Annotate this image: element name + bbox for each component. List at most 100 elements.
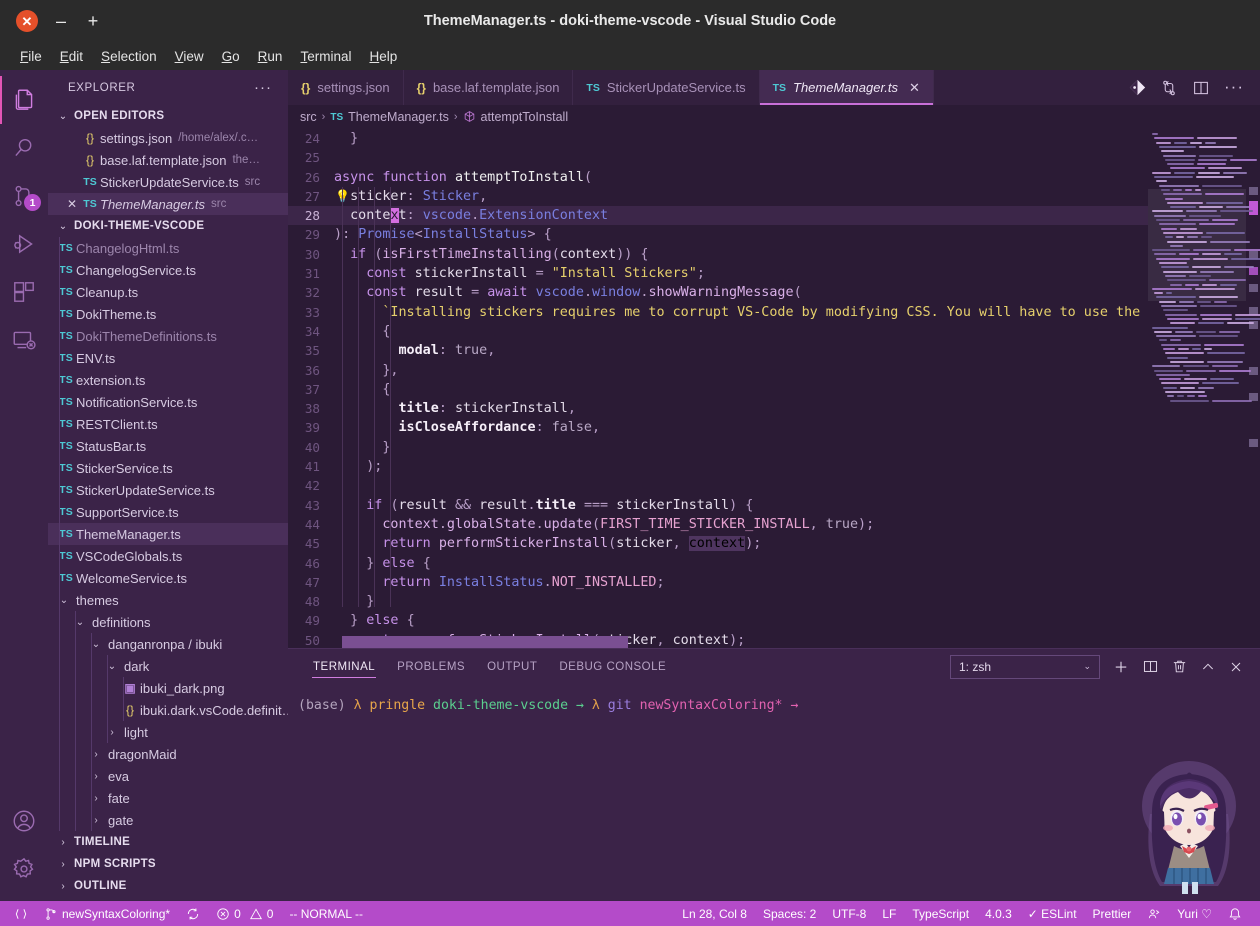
- panel-tab-output[interactable]: OUTPUT: [476, 649, 548, 684]
- section-project[interactable]: ⌄ DOKI-THEME-VSCODE: [48, 215, 288, 237]
- new-terminal-icon[interactable]: [1112, 658, 1130, 676]
- activity-item-remote-explorer[interactable]: [0, 316, 48, 364]
- code-line[interactable]: 34 {: [288, 322, 1148, 341]
- tree-item[interactable]: TS NotificationService.ts: [48, 391, 288, 413]
- tree-item[interactable]: TS ChangelogHtml.ts: [48, 237, 288, 259]
- menu-edit[interactable]: Edit: [52, 46, 91, 67]
- panel-tab-terminal[interactable]: TERMINAL: [302, 649, 386, 684]
- minimize-window-button[interactable]: –: [52, 12, 70, 30]
- status-language-mode[interactable]: TypeScript: [904, 901, 977, 926]
- editor-viewport[interactable]: 24 } 25 26 async function attemptToInstall(…: [288, 129, 1260, 648]
- close-tab-icon[interactable]: ✕: [909, 80, 920, 96]
- tree-item[interactable]: › light: [48, 721, 288, 743]
- breadcrumb-file[interactable]: ThemeManager.ts: [348, 110, 449, 124]
- status-vim-mode[interactable]: -- NORMAL --: [281, 901, 371, 926]
- breadcrumb-src[interactable]: src: [300, 110, 317, 124]
- tree-item[interactable]: TS DokiThemeDefinitions.ts: [48, 325, 288, 347]
- split-terminal-icon[interactable]: [1142, 658, 1159, 675]
- tree-item[interactable]: TS RESTClient.ts: [48, 413, 288, 435]
- code-line[interactable]: 25: [288, 148, 1148, 167]
- activity-item-settings[interactable]: [0, 845, 48, 893]
- code-line[interactable]: 44 context.globalState.update(FIRST_TIME…: [288, 515, 1148, 534]
- tree-item[interactable]: {} ibuki.dark.vsCode.definit…: [48, 699, 288, 721]
- code-line[interactable]: 41 );: [288, 457, 1148, 476]
- menu-view[interactable]: View: [167, 46, 212, 67]
- code-line[interactable]: 37 {: [288, 380, 1148, 399]
- section-npm-scripts[interactable]: › NPM SCRIPTS: [48, 853, 288, 875]
- close-editor-icon[interactable]: ✕: [64, 197, 80, 211]
- kill-terminal-icon[interactable]: [1171, 658, 1188, 675]
- tab-base-laf-template-json[interactable]: {} base.laf.template.json: [404, 70, 574, 105]
- status-ts-version[interactable]: 4.0.3: [977, 901, 1020, 926]
- breadcrumb-symbol[interactable]: attemptToInstall: [481, 110, 569, 124]
- code-line[interactable]: 42: [288, 476, 1148, 495]
- tree-item[interactable]: TS StickerUpdateService.ts: [48, 479, 288, 501]
- code-line[interactable]: 30 if (isFirstTimeInstalling(context)) {: [288, 245, 1148, 264]
- status-prettier[interactable]: Prettier: [1085, 901, 1140, 926]
- menu-help[interactable]: Help: [361, 46, 405, 67]
- status-remote-indicator[interactable]: [0, 901, 36, 926]
- code-line[interactable]: 36 },: [288, 361, 1148, 380]
- code-line[interactable]: 33 `Installing stickers requires me to c…: [288, 303, 1148, 322]
- activity-item-run-debug[interactable]: [0, 220, 48, 268]
- section-open-editors[interactable]: ⌄ OPEN EDITORS: [48, 105, 288, 127]
- code-line[interactable]: 35 modal: true,: [288, 341, 1148, 360]
- close-panel-icon[interactable]: [1228, 659, 1244, 675]
- section-timeline[interactable]: › TIMELINE: [48, 831, 288, 853]
- tree-item[interactable]: TS Cleanup.ts: [48, 281, 288, 303]
- section-outline[interactable]: › OUTLINE: [48, 875, 288, 897]
- code-content[interactable]: 24 } 25 26 async function attemptToInstall(…: [288, 129, 1148, 648]
- status-live-share[interactable]: [1139, 901, 1169, 926]
- code-line[interactable]: 48 }: [288, 592, 1148, 611]
- code-line[interactable]: 32 const result = await vscode.window.sh…: [288, 283, 1148, 302]
- open-editor-item[interactable]: {} settings.json /home/alex/.c…: [48, 127, 288, 149]
- code-line[interactable]: 31 const stickerInstall = "Install Stick…: [288, 264, 1148, 283]
- tree-item[interactable]: › dragonMaid: [48, 743, 288, 765]
- menu-run[interactable]: Run: [250, 46, 291, 67]
- tree-item[interactable]: ▣ ibuki_dark.png: [48, 677, 288, 699]
- code-line[interactable]: 27💡 sticker: Sticker,: [288, 187, 1148, 206]
- code-line[interactable]: 38 title: stickerInstall,: [288, 399, 1148, 418]
- tree-item[interactable]: TS StatusBar.ts: [48, 435, 288, 457]
- activity-item-explorer[interactable]: [0, 76, 48, 124]
- tree-item[interactable]: ⌄ dark: [48, 655, 288, 677]
- panel-tab-problems[interactable]: PROBLEMS: [386, 649, 476, 684]
- menu-selection[interactable]: Selection: [93, 46, 165, 67]
- code-line[interactable]: 39 isCloseAffordance: false,: [288, 418, 1148, 437]
- tree-item[interactable]: › fate: [48, 787, 288, 809]
- code-line[interactable]: 28 context: vscode.ExtensionContext: [288, 206, 1148, 226]
- sidebar-more-icon[interactable]: ···: [254, 80, 272, 95]
- open-editor-item[interactable]: {} base.laf.template.json the…: [48, 149, 288, 171]
- maximize-panel-icon[interactable]: [1200, 659, 1216, 675]
- code-line[interactable]: 47 return InstallStatus.NOT_INSTALLED;: [288, 573, 1148, 592]
- code-line[interactable]: 29): Promise<InstallStatus> {: [288, 225, 1148, 244]
- more-actions-icon[interactable]: ···: [1224, 79, 1244, 95]
- status-indentation[interactable]: Spaces: 2: [755, 901, 824, 926]
- doki-theme-icon[interactable]: [1129, 79, 1146, 96]
- tree-item[interactable]: ⌄ themes: [48, 589, 288, 611]
- panel-tab-debug-console[interactable]: DEBUG CONSOLE: [548, 649, 677, 684]
- terminal-output[interactable]: (base) λ pringle doki-theme-vscode → λ g…: [288, 684, 1260, 901]
- split-editor-icon[interactable]: [1192, 79, 1210, 97]
- git-compare-icon[interactable]: [1160, 79, 1178, 97]
- status-sync-changes[interactable]: [178, 901, 208, 926]
- tree-item[interactable]: TS ChangelogService.ts: [48, 259, 288, 281]
- tree-item[interactable]: ⌄ definitions: [48, 611, 288, 633]
- code-line[interactable]: 26 async function attemptToInstall(: [288, 168, 1148, 187]
- code-line[interactable]: 40 }: [288, 438, 1148, 457]
- open-editor-item[interactable]: TS StickerUpdateService.ts src: [48, 171, 288, 193]
- activity-item-search[interactable]: [0, 124, 48, 172]
- code-line[interactable]: 43 if (result && result.title === sticke…: [288, 496, 1148, 515]
- code-line[interactable]: 45 return performStickerInstall(sticker,…: [288, 534, 1148, 553]
- tree-item[interactable]: TS VSCodeGlobals.ts: [48, 545, 288, 567]
- tree-item[interactable]: TS ENV.ts: [48, 347, 288, 369]
- tree-item[interactable]: TS StickerService.ts: [48, 457, 288, 479]
- menu-file[interactable]: FFileile: [12, 46, 50, 67]
- maximize-window-button[interactable]: +: [84, 12, 102, 30]
- tree-item[interactable]: TS SupportService.ts: [48, 501, 288, 523]
- tree-item[interactable]: ⌄ danganronpa / ibuki: [48, 633, 288, 655]
- activity-item-extensions[interactable]: [0, 268, 48, 316]
- tree-item[interactable]: › eva: [48, 765, 288, 787]
- code-line[interactable]: 46 } else {: [288, 554, 1148, 573]
- menu-terminal[interactable]: Terminal: [292, 46, 359, 67]
